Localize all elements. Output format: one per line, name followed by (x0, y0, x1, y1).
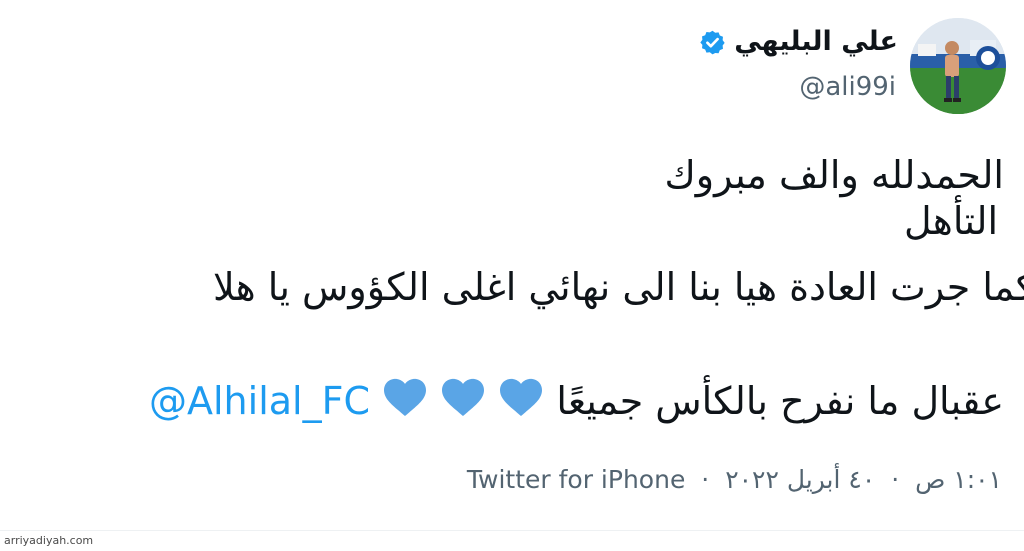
author-handle[interactable]: @ali99i (799, 70, 896, 104)
tweet-text-line-4: عقبال ما نفرح بالكأس جميعًا @Alhilal_FC (149, 376, 1004, 426)
mention-link[interactable]: @Alhilal_FC (149, 379, 370, 423)
author-name-row[interactable]: علي البليهي (699, 24, 898, 60)
meta-separator: · (701, 465, 710, 494)
avatar-photo (910, 18, 1006, 114)
display-name[interactable]: علي البليهي (734, 24, 898, 60)
avatar[interactable] (910, 18, 1006, 114)
bottom-strip (0, 530, 1024, 551)
verified-badge-icon (700, 30, 725, 54)
blue-heart-icon (500, 378, 543, 417)
blue-heart-icon (442, 378, 485, 417)
tweet-text-line-3: كما جرت العادة هيا بنا الى نهائي اغلى ال… (212, 265, 1024, 309)
tweet-card: علي البليهي @ali99i الحمدلله والف مبروك … (0, 0, 1024, 530)
tweet-text-line-4-text: عقبال ما نفرح بالكأس جميعًا (556, 379, 1004, 423)
tweet-time[interactable]: ١:٠١ ص (915, 465, 1002, 494)
tweet-source[interactable]: Twitter for iPhone (467, 465, 685, 494)
tweet-metadata: ١:٠١ ص · ٤٠ أبريل ٢٠٢٢ · Twitter for iPh… (467, 462, 1002, 498)
tweet-text-line-1: الحمدلله والف مبروك (664, 153, 1004, 197)
tweet-text-line-2: التأهل (904, 199, 998, 243)
site-watermark: arriyadiyah.com (4, 534, 94, 547)
meta-separator: · (891, 465, 900, 494)
tweet-date[interactable]: ٤٠ أبريل ٢٠٢٢ (725, 465, 875, 494)
blue-heart-icon (384, 378, 427, 417)
